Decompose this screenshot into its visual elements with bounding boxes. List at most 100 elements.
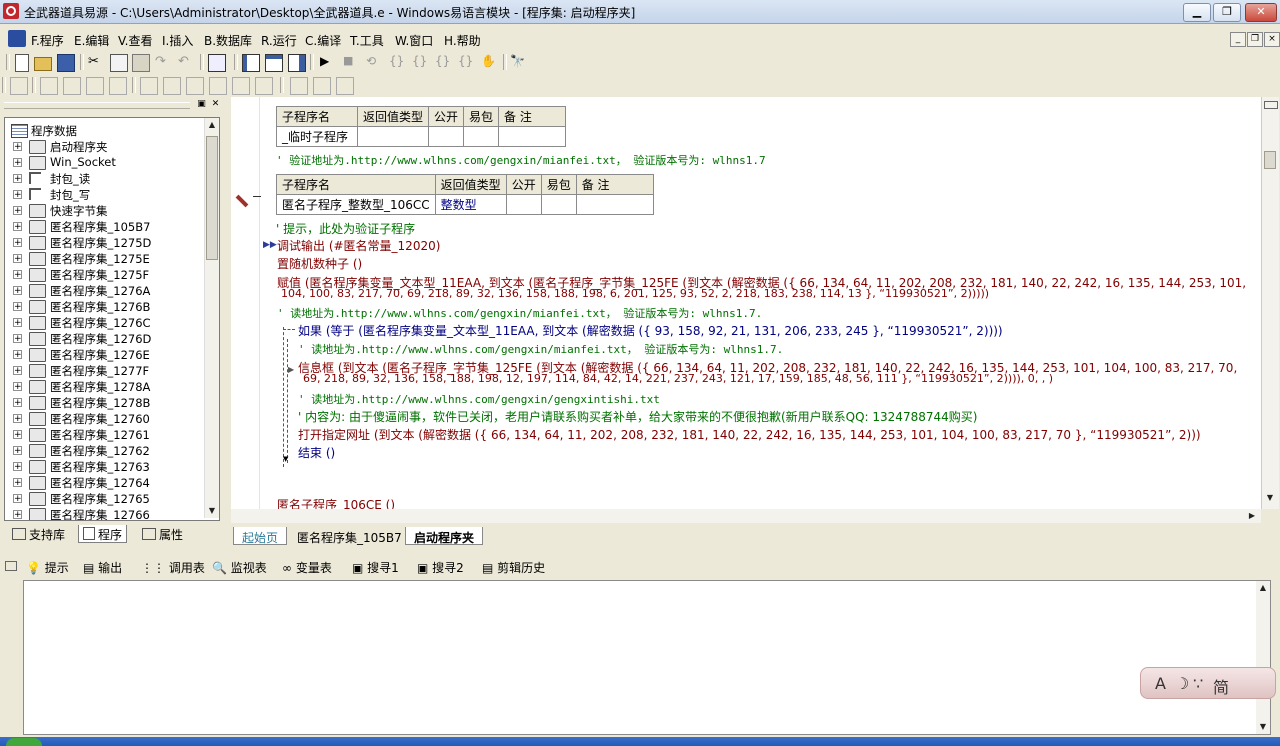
expand-toggle-icon[interactable]: + xyxy=(13,382,22,392)
stop-icon[interactable]: ■ xyxy=(343,54,359,70)
cell-public[interactable] xyxy=(428,126,465,147)
code-line[interactable]: 打开指定网址 (到文本 (解密数据 ({ 66, 134, 64, 11, 20… xyxy=(298,426,1201,443)
expand-toggle-icon[interactable]: + xyxy=(13,414,22,424)
tree-item[interactable]: + 快速字节集 xyxy=(5,202,205,218)
expand-toggle-icon[interactable]: + xyxy=(13,398,22,408)
tree-item[interactable]: + 匿名程序集_1276E xyxy=(5,346,205,362)
tab-search-1[interactable]: ▣ 搜寻1 xyxy=(352,559,399,576)
cell-public[interactable] xyxy=(505,194,542,215)
editor-horizontal-scrollbar[interactable]: ▶ xyxy=(231,509,1261,523)
tab-clip-history[interactable]: ▤ 剪辑历史 xyxy=(482,559,545,576)
tab-watch[interactable]: 🔍 监视表 xyxy=(212,559,267,576)
menu-edit[interactable]: E.编辑 xyxy=(74,32,109,49)
tree-root[interactable]: 程序数据 xyxy=(5,122,205,138)
expand-toggle-icon[interactable]: + xyxy=(13,174,22,184)
new-file-icon[interactable] xyxy=(15,54,29,72)
align-7-icon[interactable] xyxy=(163,77,181,95)
expand-toggle-icon[interactable]: + xyxy=(13,222,22,232)
expand-toggle-icon[interactable]: + xyxy=(13,446,22,456)
expand-toggle-icon[interactable]: + xyxy=(13,286,22,296)
tree-item[interactable]: + 匿名程序集_12762 xyxy=(5,442,205,458)
copy-icon[interactable] xyxy=(110,54,128,72)
mdi-minimize-button[interactable]: _ xyxy=(1230,32,1246,47)
open-folder-icon[interactable] xyxy=(34,57,52,71)
run-icon[interactable]: ▶ xyxy=(320,54,336,70)
scroll-thumb[interactable] xyxy=(206,136,218,260)
minimize-button[interactable]: ▁ xyxy=(1183,3,1211,22)
tree-item[interactable]: + 匿名程序集_12761 xyxy=(5,426,205,442)
subprogram-table-1[interactable]: 子程序名 返回值类型 公开 易包 备 注 _临时子程序 xyxy=(276,106,567,147)
scroll-up-arrow[interactable]: ▲ xyxy=(1256,581,1270,595)
tree-item[interactable]: + 匿名程序集_1275E xyxy=(5,250,205,266)
expand-toggle-icon[interactable]: + xyxy=(13,478,22,488)
tree-item[interactable]: + 匿名程序集_1275F xyxy=(5,266,205,282)
tree-item[interactable]: + 封包_写 xyxy=(5,186,205,202)
tree-item[interactable]: + 匿名程序集_1276C xyxy=(5,314,205,330)
expand-toggle-icon[interactable]: + xyxy=(13,318,22,328)
expand-toggle-icon[interactable]: + xyxy=(13,254,22,264)
expand-toggle-icon[interactable]: + xyxy=(13,142,22,152)
align-12-icon[interactable] xyxy=(290,77,308,95)
tree-item[interactable]: + 匿名程序集_1277F xyxy=(5,362,205,378)
cell-epackage[interactable] xyxy=(463,126,500,147)
menu-insert[interactable]: I.插入 xyxy=(162,32,193,49)
undo-icon[interactable]: ↶ xyxy=(178,54,194,70)
code-area[interactable]: ▶▶ 子程序名 返回值类型 公开 易包 备 注 _临时子程序 ' 验证地址为.h… xyxy=(231,97,1261,509)
cell-remark[interactable] xyxy=(498,126,567,147)
step-4-icon[interactable]: {} xyxy=(435,54,451,70)
tab-properties[interactable]: 属性 xyxy=(138,525,187,543)
find-icon[interactable] xyxy=(208,54,226,72)
menu-run[interactable]: R.运行 xyxy=(261,32,297,49)
editor-vertical-scrollbar[interactable]: ▼ xyxy=(1261,97,1279,509)
cell-epackage[interactable] xyxy=(540,194,577,215)
ime-punct-icon[interactable]: ∵ xyxy=(1193,674,1203,693)
scroll-right-arrow[interactable]: ▶ xyxy=(1245,509,1259,523)
align-5-icon[interactable] xyxy=(109,77,127,95)
scroll-thumb[interactable] xyxy=(1264,151,1276,169)
tree-item[interactable]: + 封包_读 xyxy=(5,170,205,186)
paste-icon[interactable] xyxy=(132,54,150,72)
close-button[interactable]: ✕ xyxy=(1245,3,1277,22)
code-line[interactable]: 匿名子程序_106CE () xyxy=(277,496,395,509)
ime-toolbar[interactable]: A ☽ ∵ 简 xyxy=(1140,667,1276,699)
align-6-icon[interactable] xyxy=(140,77,158,95)
hand-icon[interactable]: ✋ xyxy=(481,54,497,70)
align-3-icon[interactable] xyxy=(63,77,81,95)
tree-item[interactable]: + 启动程序夹 xyxy=(5,138,205,154)
scroll-down-arrow[interactable]: ▼ xyxy=(1256,720,1270,734)
cut-icon[interactable]: ✂ xyxy=(88,54,104,70)
redo-icon[interactable]: ↷ xyxy=(155,54,171,70)
align-2-icon[interactable] xyxy=(40,77,58,95)
align-11-icon[interactable] xyxy=(255,77,273,95)
tree-item[interactable]: + 匿名程序集_105B7 xyxy=(5,218,205,234)
menu-help[interactable]: H.帮助 xyxy=(444,32,481,49)
output-scrollbar[interactable]: ▲ ▼ xyxy=(1256,581,1270,734)
tree-item[interactable]: + Win_Socket xyxy=(5,154,205,170)
expand-toggle-icon[interactable]: + xyxy=(13,158,22,168)
ime-simplified-label[interactable]: 简 xyxy=(1213,674,1229,698)
tree-item[interactable]: + 匿名程序集_1275D xyxy=(5,234,205,250)
tree-item[interactable]: + 匿名程序集_12765 xyxy=(5,490,205,506)
expand-toggle-icon[interactable]: + xyxy=(13,510,22,520)
align-10-icon[interactable] xyxy=(232,77,250,95)
align-14-icon[interactable] xyxy=(336,77,354,95)
layout-1-icon[interactable] xyxy=(242,54,260,72)
code-line[interactable]: 置随机数种子 () xyxy=(277,255,362,272)
expand-toggle-icon[interactable]: + xyxy=(13,302,22,312)
expand-toggle-icon[interactable]: + xyxy=(13,494,22,504)
expand-toggle-icon[interactable]: + xyxy=(13,462,22,472)
step-3-icon[interactable]: {} xyxy=(412,54,428,70)
tab-hint[interactable]: 💡 提示 xyxy=(26,559,69,576)
expand-toggle-icon[interactable]: + xyxy=(13,430,22,440)
align-13-icon[interactable] xyxy=(313,77,331,95)
align-1-icon[interactable] xyxy=(10,77,28,95)
scroll-down-arrow[interactable]: ▼ xyxy=(205,504,219,518)
tree-item[interactable]: + 匿名程序集_1276B xyxy=(5,298,205,314)
align-8-icon[interactable] xyxy=(186,77,204,95)
tab-call-table[interactable]: ⋮⋮ 调用表 xyxy=(141,559,205,576)
subprogram-table-2[interactable]: 子程序名 返回值类型 公开 易包 备 注 匿名子程序_整数型_106CC 整数型 xyxy=(276,174,654,215)
scroll-down-arrow[interactable]: ▼ xyxy=(1263,491,1277,505)
code-line[interactable]: 如果 (等于 (匿名程序集变量_文本型_11EAA, 到文本 (解密数据 ({ … xyxy=(298,322,1003,339)
menu-tools[interactable]: T.工具 xyxy=(350,32,384,49)
align-9-icon[interactable] xyxy=(209,77,227,95)
